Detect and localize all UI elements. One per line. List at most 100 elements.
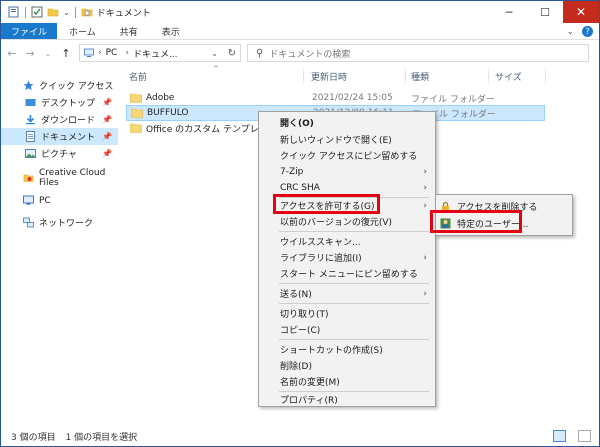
- menu-item-copy[interactable]: コピー(C): [259, 322, 435, 337]
- column-header-type[interactable]: 種類: [411, 69, 429, 83]
- address-bar[interactable]: › PC › ドキュメ... ⌄ ↻: [79, 44, 241, 62]
- menu-item-label: 以前のバージョンの復元(V): [280, 218, 392, 228]
- menu-item-label: 名前の変更(M): [280, 378, 340, 388]
- menu-item-restore-versions[interactable]: 以前のバージョンの復元(V): [259, 214, 435, 229]
- folder-icon: [131, 108, 143, 118]
- column-header-size[interactable]: サイズ: [495, 69, 522, 83]
- details-view-icon[interactable]: [553, 430, 566, 442]
- tab-share[interactable]: 共有: [108, 23, 150, 39]
- nav-item-label: ピクチャ: [41, 150, 77, 160]
- chevron-down-icon[interactable]: ⌄: [566, 27, 574, 37]
- download-icon: [25, 114, 36, 125]
- menu-separator: [279, 231, 429, 232]
- folder-icon: [130, 93, 142, 103]
- menu-separator: [279, 303, 429, 304]
- menu-item-open[interactable]: 開く(O): [259, 115, 435, 130]
- menu-item-create-shortcut[interactable]: ショートカットの作成(S): [259, 342, 435, 357]
- pictures-icon: [25, 148, 36, 159]
- maximize-button[interactable]: ☐: [527, 1, 563, 23]
- menu-item-send-to[interactable]: 送る(N) ›: [259, 286, 435, 301]
- address-segment-documents[interactable]: ドキュメ...: [133, 47, 178, 60]
- menu-item-label: ショートカットの作成(S): [280, 346, 383, 356]
- menu-item-add-to-library[interactable]: ライブラリに追加(I) ›: [259, 250, 435, 265]
- nav-item-label: クイック アクセス: [39, 82, 114, 92]
- menu-item-virus-scan[interactable]: ウイルススキャン...: [259, 234, 435, 249]
- desktop-folder-icon: [25, 97, 36, 108]
- menu-item-properties[interactable]: プロパティ(R): [259, 392, 435, 407]
- nav-item-label: ドキュメント: [41, 133, 96, 143]
- submenu-arrow-icon: ›: [423, 166, 427, 177]
- file-row-adobe[interactable]: Adobe 2021/02/24 15:05 ファイル フォルダー: [126, 90, 545, 106]
- nav-item-creative-cloud[interactable]: Creative Cloud Files: [1, 167, 118, 188]
- nav-item-documents[interactable]: ドキュメント 📌: [1, 128, 118, 145]
- menu-item-delete[interactable]: 削除(D): [259, 358, 435, 373]
- pc-icon: [84, 48, 94, 58]
- pin-icon[interactable]: 📌: [102, 149, 112, 158]
- large-icons-view-icon[interactable]: [578, 430, 591, 442]
- close-button[interactable]: ✕: [563, 1, 599, 23]
- menu-item-label: ウイルススキャン...: [280, 238, 361, 248]
- pin-icon[interactable]: 📌: [102, 115, 112, 124]
- menu-item-pin-quick-access[interactable]: クイック アクセスにピン留めする: [259, 148, 435, 163]
- view-switcher: [543, 430, 591, 442]
- recent-locations-button[interactable]: ⌄: [41, 49, 55, 58]
- highlight-specific-users: [430, 210, 522, 233]
- navigation-bar: ← → ⌄ ↑ › PC › ドキュメ... ⌄ ↻ ⚲ ドキュメントの検索: [1, 41, 599, 65]
- nav-item-label: Creative Cloud Files: [39, 167, 106, 188]
- nav-item-desktop[interactable]: デスクトップ 📌: [1, 94, 118, 111]
- up-button[interactable]: ↑: [59, 47, 73, 60]
- column-divider[interactable]: [545, 69, 546, 83]
- nav-item-pc[interactable]: PC: [1, 192, 118, 209]
- menu-item-rename[interactable]: 名前の変更(M): [259, 374, 435, 389]
- file-name: BUFFULO: [147, 108, 189, 118]
- address-separator: ›: [125, 48, 129, 58]
- file-explorer-icon[interactable]: [8, 6, 20, 18]
- menu-item-open-new-window[interactable]: 新しいウィンドウで開く(E): [259, 132, 435, 147]
- properties-icon[interactable]: [31, 6, 43, 18]
- menu-item-crc-sha[interactable]: CRC SHA ›: [259, 180, 435, 195]
- address-segment-pc[interactable]: PC: [106, 48, 118, 58]
- search-box[interactable]: ⚲ ドキュメントの検索: [247, 44, 589, 62]
- title-separator-2: [74, 6, 76, 18]
- column-divider[interactable]: [488, 69, 489, 83]
- tab-file[interactable]: ファイル: [1, 23, 58, 39]
- column-divider[interactable]: [405, 69, 406, 83]
- tab-view[interactable]: 表示: [150, 23, 192, 39]
- nav-item-pictures[interactable]: ピクチャ 📌: [1, 145, 118, 162]
- address-separator: ›: [98, 48, 102, 58]
- nav-item-network[interactable]: ネットワーク: [1, 214, 118, 231]
- column-header-date[interactable]: 更新日時: [311, 69, 347, 83]
- menu-item-label: スタート メニューにピン留めする: [280, 270, 418, 280]
- menu-item-pin-start[interactable]: スタート メニューにピン留めする: [259, 266, 435, 281]
- submenu-arrow-icon: ›: [423, 288, 427, 299]
- menu-item-label: 7-Zip: [280, 166, 304, 177]
- submenu-arrow-icon: ›: [423, 200, 427, 211]
- close-icon: ✕: [575, 5, 587, 19]
- column-header-name[interactable]: 名前: [129, 69, 147, 83]
- pin-icon[interactable]: 📌: [102, 132, 112, 141]
- nav-item-quick-access[interactable]: クイック アクセス: [1, 77, 118, 94]
- search-icon: ⚲: [256, 47, 264, 59]
- address-dropdown-icon[interactable]: ⌄: [211, 49, 218, 58]
- status-bar: 3 個の項目 1 個の項目を選択: [1, 426, 599, 446]
- highlight-give-access: [273, 194, 380, 214]
- status-selected-count: 1 個の項目を選択: [65, 432, 138, 443]
- back-button[interactable]: ←: [5, 47, 19, 60]
- menu-item-label: 削除(D): [280, 362, 312, 372]
- new-folder-icon[interactable]: [47, 6, 59, 18]
- tab-home[interactable]: ホーム: [57, 23, 108, 39]
- menu-item-label: 新しいウィンドウで開く(E): [280, 136, 392, 146]
- minimize-icon: ─: [505, 5, 513, 19]
- forward-button[interactable]: →: [23, 47, 37, 60]
- menu-item-cut[interactable]: 切り取り(T): [259, 306, 435, 321]
- column-divider[interactable]: [303, 69, 304, 83]
- documents-title-icon: [81, 6, 93, 18]
- quick-access-toolbar-dropdown-icon[interactable]: ⌄: [63, 8, 70, 17]
- menu-item-7zip[interactable]: 7-Zip ›: [259, 164, 435, 179]
- refresh-icon[interactable]: ↻: [228, 48, 236, 59]
- context-menu: 開く(O) 新しいウィンドウで開く(E) クイック アクセスにピン留めする 7-…: [258, 111, 436, 407]
- minimize-button[interactable]: ─: [491, 1, 527, 23]
- pin-icon[interactable]: 📌: [102, 98, 112, 107]
- help-icon[interactable]: ?: [582, 26, 593, 37]
- nav-item-downloads[interactable]: ダウンロード 📌: [1, 111, 118, 128]
